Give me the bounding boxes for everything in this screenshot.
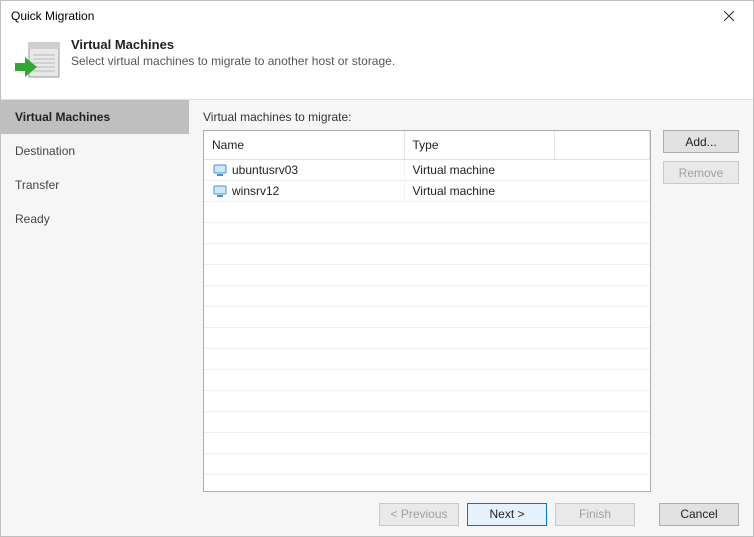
remove-button: Remove (663, 161, 739, 184)
vm-icon (212, 162, 228, 178)
finish-button: Finish (555, 503, 635, 526)
step-ready[interactable]: Ready (1, 202, 189, 236)
previous-button: < Previous (379, 503, 459, 526)
wizard-body: Virtual Machines Destination Transfer Re… (1, 99, 753, 492)
window-title: Quick Migration (11, 9, 94, 23)
step-destination[interactable]: Destination (1, 134, 189, 168)
main-row: Name Type (203, 130, 739, 492)
step-transfer[interactable]: Transfer (1, 168, 189, 202)
wizard-header: Virtual Machines Select virtual machines… (1, 31, 753, 99)
main-inner: Virtual machines to migrate: Name (203, 110, 739, 492)
header-subtitle: Select virtual machines to migrate to an… (71, 54, 395, 68)
table-row[interactable]: winsrv12 Virtual machine (204, 181, 650, 202)
add-button[interactable]: Add... (663, 130, 739, 153)
wizard-footer: < Previous Next > Finish Cancel (1, 492, 753, 536)
next-button[interactable]: Next > (467, 503, 547, 526)
vm-icon (212, 183, 228, 199)
close-icon (724, 11, 734, 21)
titlebar: Quick Migration (1, 1, 753, 31)
table-row[interactable]: ubuntusrv03 Virtual machine (204, 160, 650, 181)
wizard-sidebar: Virtual Machines Destination Transfer Re… (1, 100, 189, 492)
header-text: Virtual Machines Select virtual machines… (71, 37, 395, 68)
quick-migration-window: Quick Migration Virtual Machines Select … (0, 0, 754, 537)
col-name[interactable]: Name (204, 131, 404, 160)
col-spare[interactable] (554, 131, 650, 160)
vm-list-label: Virtual machines to migrate: (203, 110, 739, 124)
vm-table: Name Type (203, 130, 651, 492)
header-title: Virtual Machines (71, 37, 395, 52)
table-empty-area (204, 202, 650, 491)
table-header-row: Name Type (204, 131, 650, 160)
close-button[interactable] (709, 2, 749, 30)
vm-name: ubuntusrv03 (232, 163, 298, 177)
step-virtual-machines[interactable]: Virtual Machines (1, 100, 189, 134)
col-type[interactable]: Type (404, 131, 554, 160)
wizard-main: Virtual machines to migrate: Name (189, 100, 753, 492)
vm-type: Virtual machine (404, 160, 554, 181)
vm-type: Virtual machine (404, 181, 554, 202)
migration-icon (15, 39, 61, 85)
vm-name: winsrv12 (232, 184, 279, 198)
cancel-button[interactable]: Cancel (659, 503, 739, 526)
side-buttons: Add... Remove (663, 130, 739, 492)
